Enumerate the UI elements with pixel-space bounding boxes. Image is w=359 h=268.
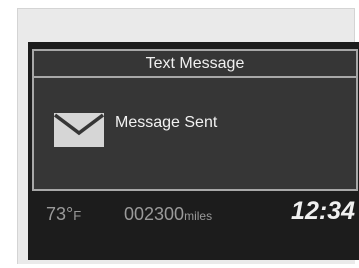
- odometer-unit: miles: [184, 209, 213, 223]
- temperature-unit: F: [73, 208, 82, 223]
- panel-header: Text Message: [34, 51, 356, 78]
- odometer-value: 002300: [124, 204, 185, 224]
- odometer: 002300miles: [124, 204, 212, 225]
- status-bar: 73°F 002300miles 12:34: [28, 193, 359, 233]
- envelope-icon: [54, 113, 104, 147]
- text-message-panel: Text Message Message Sent: [32, 49, 358, 191]
- panel-title: Text Message: [145, 54, 245, 72]
- outside-temperature: 73°F: [46, 204, 81, 225]
- message-status-text: Message Sent: [115, 114, 218, 131]
- temperature-value: 73°: [46, 204, 74, 224]
- clock: 12:34: [291, 197, 355, 225]
